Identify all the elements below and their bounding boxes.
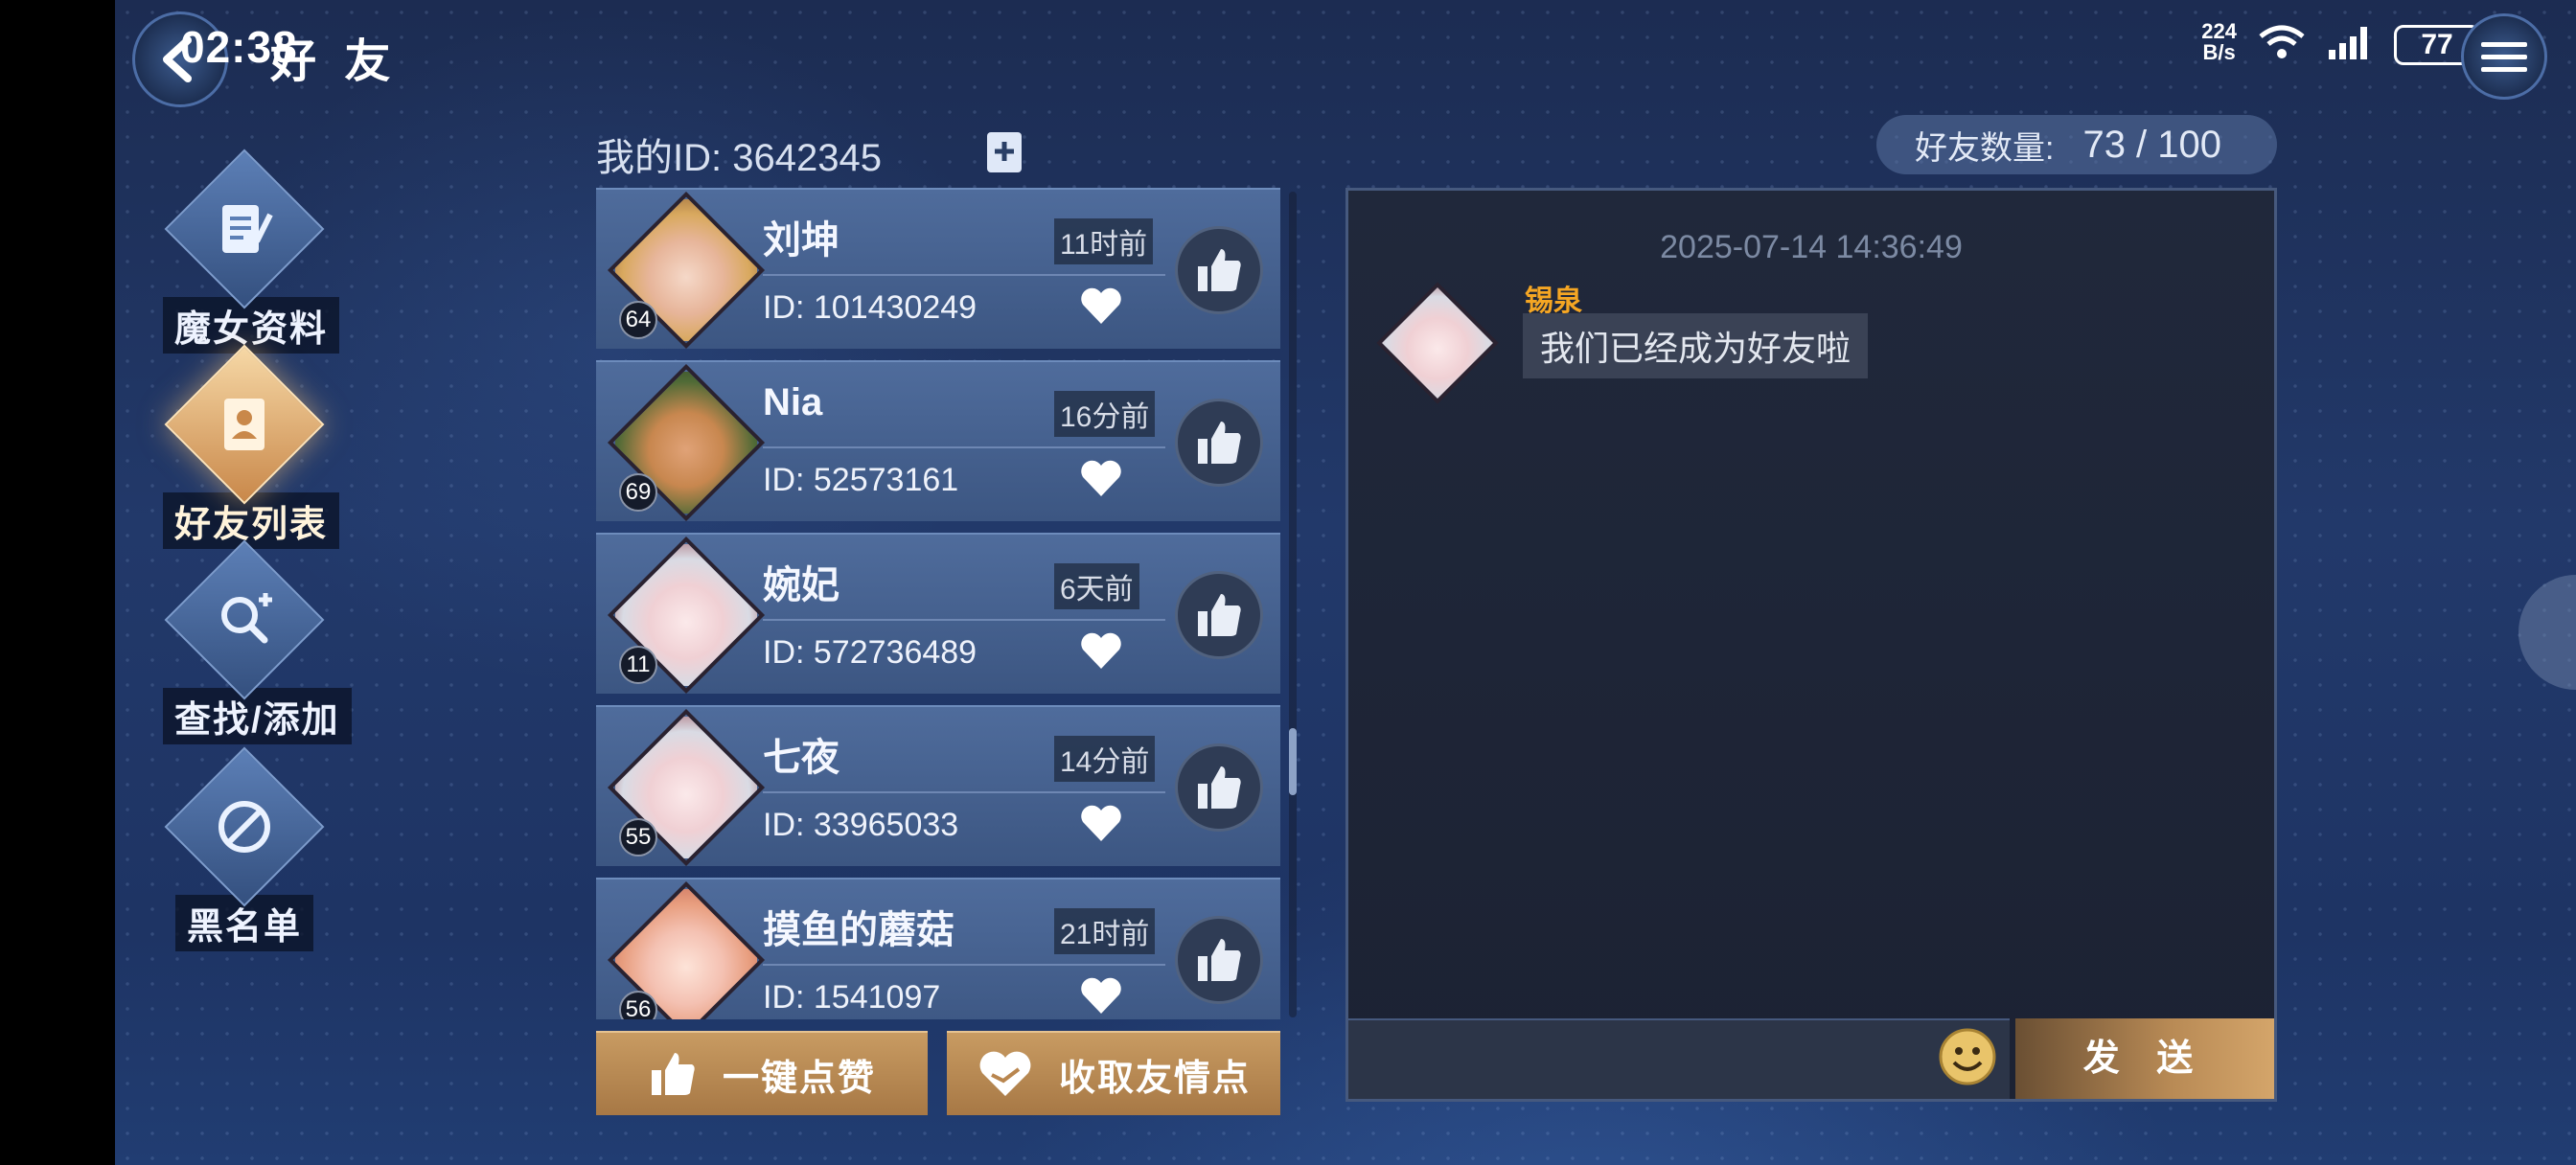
heart-icon[interactable] — [1079, 286, 1123, 326]
last-online: 6天前 — [1054, 563, 1139, 609]
friend-id: ID: 33965033 — [763, 807, 959, 843]
like-button[interactable] — [1175, 743, 1263, 832]
level-badge: 64 — [619, 301, 657, 339]
friend-name: Nia — [763, 381, 823, 423]
friend-name: 婉妃 — [763, 564, 840, 606]
last-online: 16分前 — [1054, 391, 1156, 437]
chat-sender-avatar[interactable] — [1376, 282, 1499, 404]
friend-id: ID: 52573161 — [763, 462, 959, 498]
last-online: 14分前 — [1054, 736, 1156, 782]
copy-id-icon[interactable] — [985, 130, 1024, 174]
sidebar-item-label: 查找/添加 — [163, 688, 352, 744]
thumbs-up-icon — [1198, 422, 1241, 464]
friend-card[interactable]: 64 刘坤 11时前 ID: 101430249 — [596, 188, 1280, 350]
page-title: 好 友 — [270, 36, 399, 87]
notebook-icon — [222, 205, 273, 253]
like-button[interactable] — [1175, 916, 1263, 1004]
friend-list-scrollbar[interactable] — [1289, 192, 1297, 1017]
level-badge: 69 — [619, 473, 657, 512]
like-all-label: 一键点赞 — [722, 1058, 876, 1099]
thumbs-up-icon — [1198, 766, 1241, 809]
level-badge: 55 — [619, 818, 657, 857]
block-icon — [218, 801, 270, 853]
sidebar-item-witch-profile[interactable]: 魔女资料 — [163, 148, 340, 354]
friend-name: 七夜 — [763, 737, 840, 779]
friend-name: 摸鱼的蘑菇 — [763, 909, 954, 951]
like-button[interactable] — [1175, 226, 1263, 314]
sidebar-item-label: 魔女资料 — [163, 297, 340, 354]
status-indicators: 224 B/s — [2201, 21, 2375, 63]
friend-count: 好友数量: 73 / 100 — [1876, 115, 2277, 174]
friend-count-value: 73 / 100 — [2082, 123, 2222, 166]
letterbox — [0, 0, 115, 1165]
last-online: 21时前 — [1054, 908, 1156, 954]
sidebar-item-search-add[interactable]: 查找/添加 — [163, 539, 352, 744]
my-id: 我的ID: 3642345 — [596, 137, 882, 179]
heart-icon[interactable] — [1079, 803, 1123, 843]
heart-icon[interactable] — [1079, 630, 1123, 671]
friend-name: 刘坤 — [763, 219, 840, 262]
thumbs-up-icon — [1198, 939, 1241, 981]
thumbs-up-icon — [1198, 594, 1241, 636]
thumbs-up-icon — [1198, 249, 1241, 291]
chat-input[interactable] — [1348, 1018, 2010, 1099]
menu-icon — [2481, 41, 2527, 47]
chat-timestamp: 2025-07-14 14:36:49 — [1660, 229, 1963, 265]
like-button[interactable] — [1175, 399, 1263, 487]
chat-message: 我们已经成为好友啦 — [1523, 313, 1869, 378]
friend-card[interactable]: 69 Nia 16分前 ID: 52573161 — [596, 360, 1280, 522]
send-button[interactable]: 发 送 — [2015, 1018, 2274, 1099]
side-drawer-handle[interactable] — [2518, 575, 2576, 690]
like-all-button[interactable]: 一键点赞 — [596, 1031, 928, 1115]
heart-icon[interactable] — [1079, 458, 1123, 498]
heart-handshake-icon — [979, 1051, 1031, 1096]
sidebar-item-blacklist[interactable]: 黑名单 — [163, 746, 326, 951]
sidebar-item-friend-list[interactable]: 好友列表 — [163, 344, 340, 549]
friend-id: ID: 1541097 — [763, 979, 941, 1016]
like-button[interactable] — [1175, 571, 1263, 659]
network-speed: 224 B/s — [2201, 19, 2237, 64]
signal-icon — [2329, 27, 2367, 59]
wifi-icon — [2259, 25, 2305, 58]
sidebar-item-label: 好友列表 — [163, 492, 340, 549]
scrollbar-thumb[interactable] — [1289, 728, 1297, 795]
emoji-icon[interactable] — [1937, 1026, 1998, 1087]
friend-id: ID: 101430249 — [763, 289, 978, 326]
last-online: 11时前 — [1054, 218, 1154, 264]
level-badge: 11 — [619, 646, 657, 684]
friend-card[interactable]: 11 婉妃 6天前 ID: 572736489 — [596, 533, 1280, 695]
friend-count-label: 好友数量: — [1915, 129, 2055, 167]
chat-panel: 2025-07-14 14:36:49 锡泉 我们已经成为好友啦 发 送 — [1346, 188, 2277, 1102]
friend-list[interactable]: 64 刘坤 11时前 ID: 101430249 69 Nia 16分前 ID:… — [596, 188, 1280, 1019]
friend-card[interactable]: 56 摸鱼的蘑菇 21时前 ID: 1541097 — [596, 878, 1280, 1019]
contact-book-icon — [224, 399, 264, 450]
collect-friendship-points-button[interactable]: 收取友情点 — [947, 1031, 1280, 1115]
menu-button[interactable] — [2461, 13, 2547, 100]
collect-points-label: 收取友情点 — [1058, 1058, 1251, 1099]
friend-id: ID: 572736489 — [763, 634, 978, 671]
search-add-icon — [221, 593, 272, 644]
friend-card[interactable]: 55 七夜 14分前 ID: 33965033 — [596, 705, 1280, 867]
game-screen: 02:38 好 友 224 B/s 77 魔女资料 好友列表 查找/添加 黑名单… — [115, 0, 2576, 1165]
thumbs-up-icon — [651, 1053, 695, 1095]
heart-icon[interactable] — [1079, 975, 1123, 1016]
